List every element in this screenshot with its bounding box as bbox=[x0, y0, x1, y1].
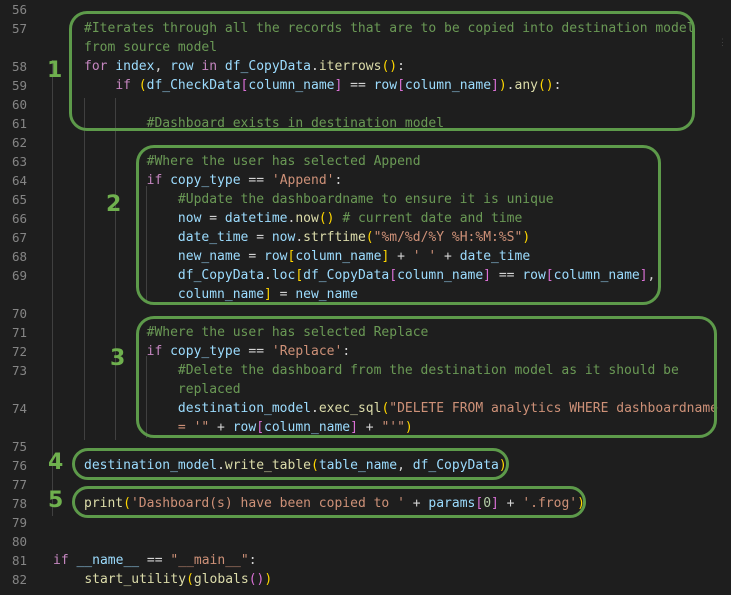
annotation-number-1: 1 bbox=[47, 58, 63, 83]
line-number: 57 bbox=[11, 21, 27, 36]
annotation-number-4: 4 bbox=[48, 450, 64, 475]
code-line[interactable]: start_utility(globals()) bbox=[53, 570, 272, 589]
line-number: 66 bbox=[11, 211, 27, 226]
line-number: 81 bbox=[11, 553, 27, 568]
line-number: 61 bbox=[11, 116, 27, 131]
code-token: : bbox=[248, 553, 257, 568]
code-token: ) bbox=[264, 572, 273, 587]
code-token: globals bbox=[193, 572, 249, 587]
line-number: 80 bbox=[11, 534, 27, 549]
code-token: if bbox=[53, 553, 69, 568]
code-token: start_utility bbox=[84, 572, 187, 587]
line-number: 79 bbox=[11, 515, 27, 530]
line-number: 70 bbox=[11, 306, 27, 321]
line-number: 73 bbox=[11, 363, 27, 378]
line-number: 60 bbox=[11, 97, 27, 112]
code-token: "__main__" bbox=[170, 553, 249, 568]
code-line[interactable]: if __name__ == "__main__": bbox=[53, 551, 257, 570]
line-number: 74 bbox=[11, 401, 27, 416]
line-number: 77 bbox=[11, 477, 27, 492]
annotation-number-5: 5 bbox=[48, 488, 64, 513]
highlight-box-1 bbox=[69, 11, 695, 131]
line-number: 65 bbox=[11, 192, 27, 207]
line-number: 58 bbox=[11, 59, 27, 74]
annotation-number-2: 2 bbox=[106, 192, 122, 217]
line-number: 71 bbox=[11, 325, 27, 340]
annotation-number-3: 3 bbox=[110, 346, 126, 371]
line-number: 62 bbox=[11, 135, 27, 150]
line-number: 78 bbox=[11, 496, 27, 511]
line-number: 67 bbox=[11, 230, 27, 245]
line-number: 75 bbox=[11, 439, 27, 454]
line-number: 72 bbox=[11, 344, 27, 359]
code-token: ( bbox=[186, 572, 194, 587]
indent-guide bbox=[84, 98, 85, 440]
line-number: 63 bbox=[11, 154, 27, 169]
highlight-box-3 bbox=[136, 316, 717, 438]
highlight-box-5 bbox=[72, 486, 586, 518]
code-token: __name__ bbox=[76, 553, 140, 568]
indent-guide bbox=[52, 60, 53, 516]
highlight-box-2 bbox=[136, 145, 661, 305]
line-number: 69 bbox=[11, 268, 27, 283]
minimap-marker: ⋮ bbox=[718, 38, 727, 48]
line-number: 59 bbox=[11, 78, 27, 93]
code-editor[interactable]: 56 57 58 59 60 61 62 63 64 65 66 67 68 69 70 71 72 73 74 75… bbox=[0, 0, 731, 595]
line-number: 56 bbox=[11, 2, 27, 17]
line-number: 76 bbox=[11, 458, 27, 473]
highlight-box-4 bbox=[72, 448, 509, 480]
code-token: == bbox=[139, 553, 171, 568]
line-number: 68 bbox=[11, 249, 27, 264]
indent-guide bbox=[115, 98, 116, 440]
line-number: 64 bbox=[11, 173, 27, 188]
line-number: 82 bbox=[11, 572, 27, 587]
code-token: () bbox=[248, 572, 265, 587]
